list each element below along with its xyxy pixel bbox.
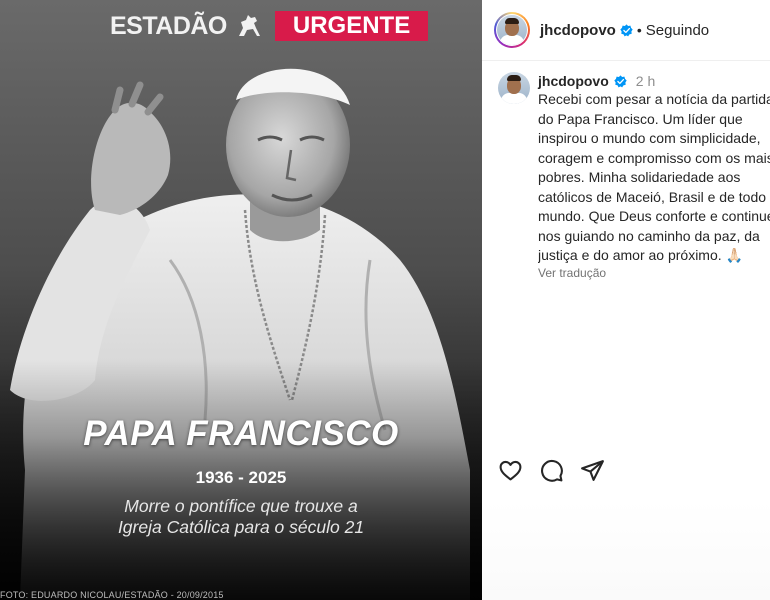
image-years: 1936 - 2025 (195, 468, 287, 487)
caption-line: coragem e compromisso com os mais (538, 149, 770, 166)
verified-badge-icon (620, 23, 633, 36)
following-button[interactable]: Seguindo (646, 22, 709, 39)
caption-username[interactable]: jhcdopovo (538, 73, 609, 89)
caption-line: justiça e do amor ao próximo. 🙏🏻 (538, 247, 743, 263)
caption-body: jhcdopovo 2 h Recebi com pesar a notícia… (538, 72, 770, 280)
photo-credit: FOTO: EDUARDO NICOLAU/ESTADÃO - 20/09/20… (0, 590, 224, 600)
image-subheadline: Morre o pontífice que trouxe a Igreja Ca… (0, 496, 482, 538)
horse-rider-logo-icon (238, 15, 260, 36)
see-translation-link[interactable]: Ver tradução (538, 266, 770, 280)
heart-icon[interactable] (498, 458, 523, 483)
post-image[interactable]: ESTADÃO URGENTE PAPA FRANCISCO 1936 - 20… (0, 0, 482, 600)
caption-text: Recebi com pesar a notícia da partida do… (538, 90, 770, 266)
separator-dot: • (636, 22, 642, 38)
action-bar (498, 458, 605, 483)
caption-line: do Papa Francisco. Um líder que (538, 110, 743, 127)
caption: jhcdopovo 2 h Recebi com pesar a notícia… (498, 72, 770, 280)
profile-avatar[interactable] (494, 12, 530, 48)
brand-name: ESTADÃO (110, 11, 227, 40)
image-headline: PAPA FRANCISCO (83, 414, 399, 453)
subheadline-line: Morre o pontífice que trouxe a (124, 496, 358, 516)
post-panel: jhcdopovo • Seguindo jhcdopovo 2 h Receb… (482, 0, 770, 600)
caption-line: pobres. Minha solidariedade aos (538, 169, 741, 185)
header-username[interactable]: jhcdopovo (540, 22, 616, 39)
avatar (497, 15, 527, 45)
post-header: jhcdopovo • Seguindo (482, 0, 770, 61)
urgent-badge: URGENTE (274, 11, 429, 41)
comments-area (482, 500, 770, 600)
caption-time[interactable]: 2 h (636, 73, 655, 89)
caption-line: católicos de Maceió, Brasil e de todo o (538, 188, 770, 205)
caption-head: jhcdopovo 2 h (538, 72, 770, 90)
subheadline-line: Igreja Católica para o século 21 (117, 517, 365, 537)
caption-avatar[interactable] (498, 72, 530, 104)
caption-line: nos guiando no caminho da paz, da (538, 227, 760, 244)
caption-line: inspirou o mundo com simplicidade, (538, 130, 761, 146)
verified-badge-icon (614, 74, 627, 87)
share-icon[interactable] (580, 458, 605, 483)
brand-bar: ESTADÃO URGENTE (110, 10, 429, 42)
comment-icon[interactable] (539, 458, 564, 483)
caption-line: mundo. Que Deus conforte e continue (538, 208, 770, 224)
caption-line: Recebi com pesar a notícia da partida (538, 91, 770, 107)
